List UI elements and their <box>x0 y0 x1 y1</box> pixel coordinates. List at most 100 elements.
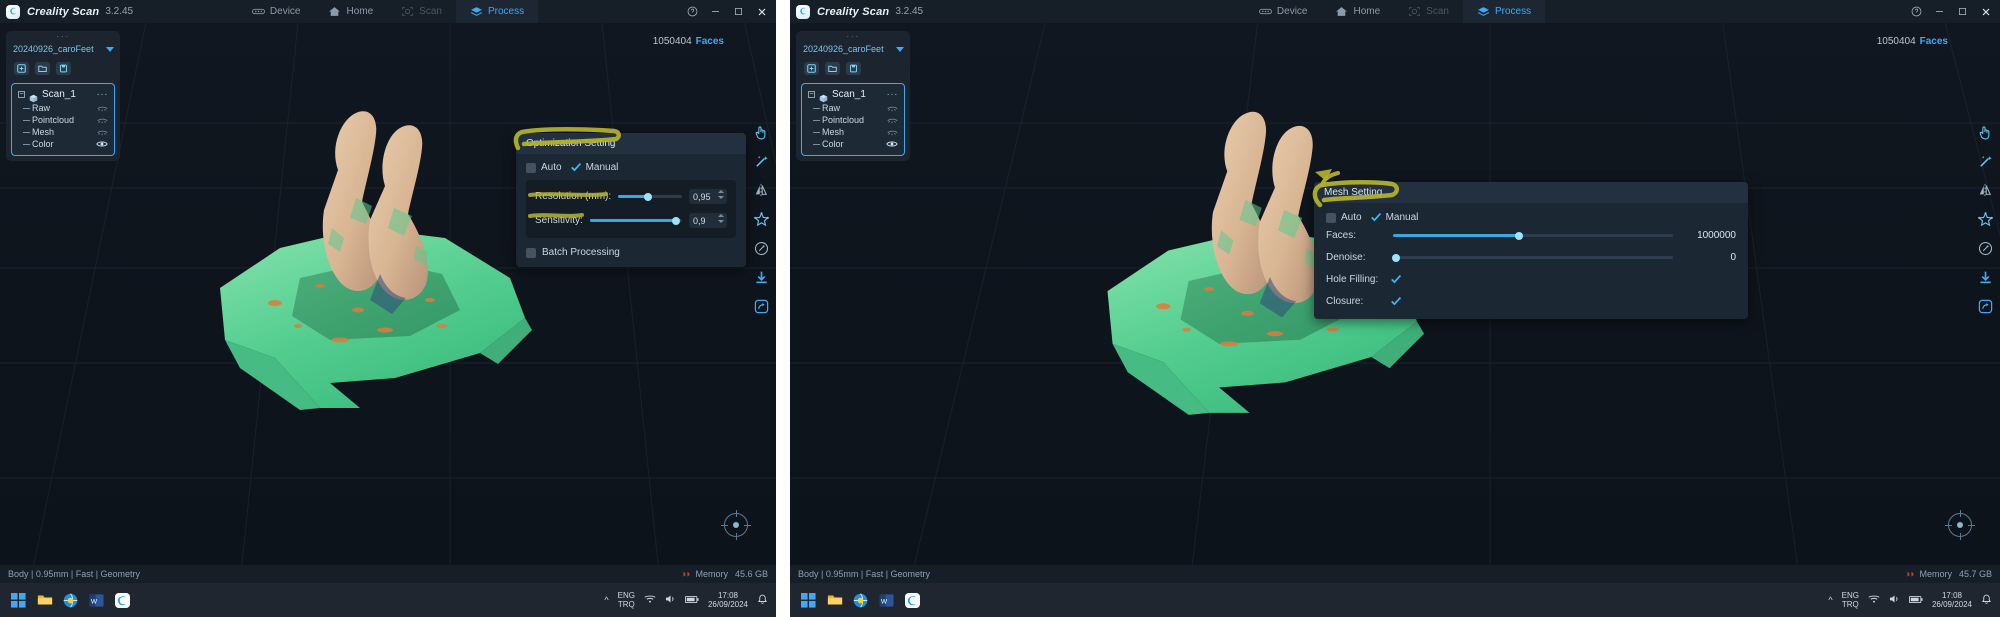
panel-grip[interactable]: ··· <box>796 31 910 41</box>
download-icon[interactable] <box>752 268 770 286</box>
3d-viewport-left[interactable]: 1050404 Faces ··· 20240926_caroFeet − Sc… <box>0 23 776 565</box>
battery-icon[interactable] <box>1908 595 1923 606</box>
sensitivity-stepper[interactable] <box>718 214 724 223</box>
tree-item-mesh[interactable]: Mesh <box>12 126 114 138</box>
optimization-manual-checkbox[interactable]: Manual <box>570 162 618 173</box>
help-icon[interactable] <box>682 0 703 23</box>
add-scan-icon[interactable] <box>804 62 819 75</box>
magic-wand-icon[interactable] <box>1976 152 1994 170</box>
faces-slider[interactable] <box>1393 231 1673 240</box>
mirror-icon[interactable] <box>752 181 770 199</box>
mirror-icon[interactable] <box>1976 181 1994 199</box>
close-icon[interactable] <box>1975 0 1996 23</box>
tree-root-menu-icon[interactable]: ··· <box>97 89 109 99</box>
browser-icon[interactable] <box>62 592 79 609</box>
tab-process[interactable]: Process <box>1462 0 1546 23</box>
view-gizmo-icon[interactable] <box>1945 510 1975 540</box>
caret-up-icon[interactable]: ^ <box>1828 595 1832 605</box>
project-selector[interactable]: 20240926_caroFeet <box>796 41 910 58</box>
volume-icon[interactable] <box>665 594 676 606</box>
save-project-icon[interactable] <box>56 62 71 75</box>
optimization-auto-checkbox[interactable]: Auto <box>526 162 562 173</box>
texture-paint-icon[interactable] <box>752 239 770 257</box>
share-export-icon[interactable] <box>1976 297 1994 315</box>
office-app-icon[interactable]: W <box>878 592 895 609</box>
minimize-icon[interactable] <box>705 0 726 23</box>
hole-filling-row[interactable]: Hole Filling: <box>1326 274 1736 285</box>
tab-process[interactable]: Process <box>455 0 539 23</box>
caret-up-icon[interactable]: ^ <box>604 595 608 605</box>
browser-icon[interactable] <box>852 592 869 609</box>
eye-hidden-icon[interactable] <box>97 105 108 112</box>
creality-scan-icon[interactable] <box>114 592 131 609</box>
mesh-auto-checkbox[interactable]: Auto <box>1326 212 1362 223</box>
eye-hidden-icon[interactable] <box>887 129 898 136</box>
tree-root-scan_1[interactable]: − Scan_1 ··· <box>12 88 114 103</box>
save-project-icon[interactable] <box>846 62 861 75</box>
3d-viewport-right[interactable]: 1050404 Faces ··· 20240926_caroFeet − Sc… <box>790 23 2000 565</box>
tab-scan[interactable]: Scan <box>387 0 456 23</box>
creality-scan-icon[interactable] <box>904 592 921 609</box>
help-icon[interactable] <box>1906 0 1927 23</box>
closure-row[interactable]: Closure: <box>1326 296 1736 307</box>
simplify-star-icon[interactable] <box>1976 210 1994 228</box>
import-folder-icon[interactable] <box>35 62 50 75</box>
sensitivity-slider[interactable] <box>589 216 682 225</box>
wifi-icon[interactable] <box>644 594 656 606</box>
tab-scan[interactable]: Scan <box>1394 0 1463 23</box>
language-indicator[interactable]: ENG TRQ <box>618 591 635 609</box>
windows-start-icon[interactable] <box>10 592 27 609</box>
eye-hidden-icon[interactable] <box>97 129 108 136</box>
tree-item-color[interactable]: Color <box>802 138 904 150</box>
simplify-star-icon[interactable] <box>752 210 770 228</box>
file-explorer-icon[interactable] <box>36 592 53 609</box>
resolution-slider[interactable] <box>618 192 682 201</box>
chevron-down-icon[interactable] <box>106 46 114 52</box>
add-scan-icon[interactable] <box>14 62 29 75</box>
eye-hidden-icon[interactable] <box>887 105 898 112</box>
batch-processing-checkbox[interactable]: Batch Processing <box>526 238 736 258</box>
battery-icon[interactable] <box>684 595 699 606</box>
expander-icon[interactable]: − <box>18 91 25 98</box>
tab-home[interactable]: Home <box>1321 0 1394 23</box>
tab-device[interactable]: Device <box>1245 0 1322 23</box>
chevron-down-icon[interactable] <box>896 46 904 52</box>
share-export-icon[interactable] <box>752 297 770 315</box>
project-selector[interactable]: 20240926_caroFeet <box>6 41 120 58</box>
magic-wand-icon[interactable] <box>752 152 770 170</box>
taskbar-clock[interactable]: 17:08 26/09/2024 <box>1932 591 1972 609</box>
eye-visible-icon[interactable] <box>886 140 898 148</box>
wifi-icon[interactable] <box>1868 594 1880 606</box>
file-explorer-icon[interactable] <box>826 592 843 609</box>
tree-item-mesh[interactable]: Mesh <box>802 126 904 138</box>
taskbar-clock[interactable]: 17:08 26/09/2024 <box>708 591 748 609</box>
eye-visible-icon[interactable] <box>96 140 108 148</box>
tree-item-raw[interactable]: Raw <box>802 102 904 114</box>
resolution-input[interactable]: 0,95 <box>689 189 727 204</box>
tab-home[interactable]: Home <box>314 0 387 23</box>
office-app-icon[interactable]: W <box>88 592 105 609</box>
sensitivity-input[interactable]: 0,9 <box>689 213 727 228</box>
eye-hidden-icon[interactable] <box>887 117 898 124</box>
tree-item-pointcloud[interactable]: Pointcloud <box>12 114 114 126</box>
denoise-slider[interactable] <box>1391 253 1673 262</box>
download-icon[interactable] <box>1976 268 1994 286</box>
close-icon[interactable] <box>751 0 772 23</box>
hand-select-icon[interactable] <box>1976 123 1994 141</box>
import-folder-icon[interactable] <box>825 62 840 75</box>
bell-icon[interactable] <box>757 594 768 607</box>
minimize-icon[interactable] <box>1929 0 1950 23</box>
tree-item-color[interactable]: Color <box>12 138 114 150</box>
hand-select-icon[interactable] <box>752 123 770 141</box>
tree-root-scan_1[interactable]: − Scan_1 ··· <box>802 88 904 103</box>
volume-icon[interactable] <box>1889 594 1900 606</box>
texture-paint-icon[interactable] <box>1976 239 1994 257</box>
tree-item-raw[interactable]: Raw <box>12 102 114 114</box>
language-indicator[interactable]: ENG TRQ <box>1842 591 1859 609</box>
panel-grip[interactable]: ··· <box>6 31 120 41</box>
mesh-manual-checkbox[interactable]: Manual <box>1370 212 1418 223</box>
tree-item-pointcloud[interactable]: Pointcloud <box>802 114 904 126</box>
view-gizmo-icon[interactable] <box>721 510 751 540</box>
tree-root-menu-icon[interactable]: ··· <box>887 89 899 99</box>
maximize-icon[interactable] <box>728 0 749 23</box>
